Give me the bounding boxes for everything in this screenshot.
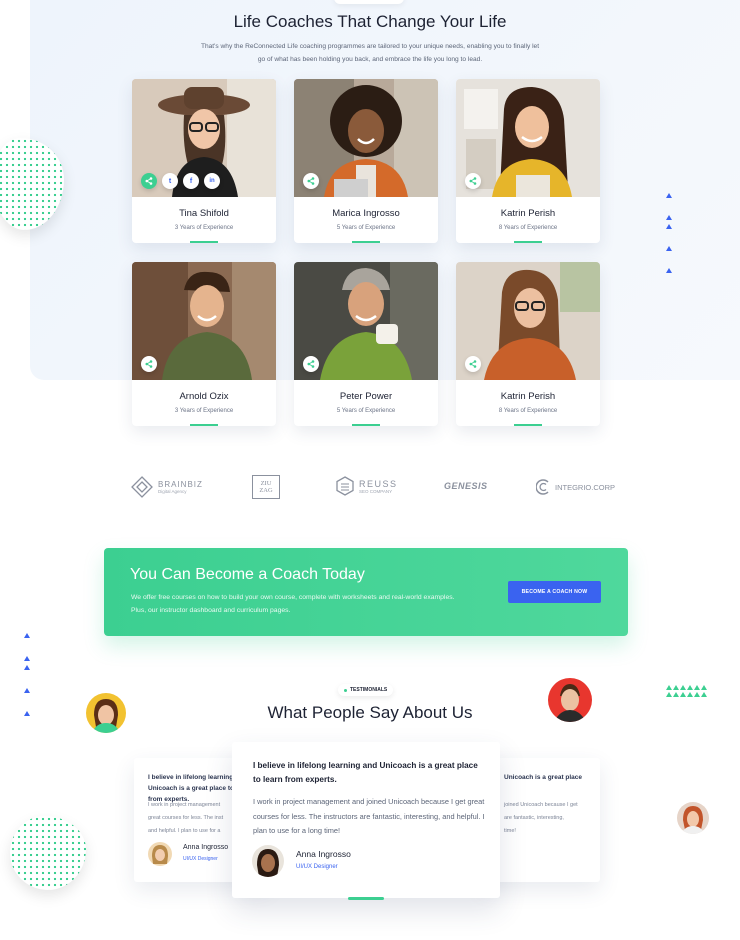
ziuzag-logo-mark: ZIU ZAG <box>252 475 280 499</box>
partner-logo-reuss: REUSS SEO COMPANY <box>336 476 398 496</box>
testimonials-badge-label: TESTIMONIALS <box>350 687 388 693</box>
testimonial-body-line: are fantastic, interesting, <box>504 815 564 821</box>
coach-name: Tina Shifold <box>179 208 229 219</box>
testimonial-card-main[interactable]: I believe in lifelong learning and Unico… <box>232 742 500 898</box>
decorative-dot-blob-left-bottom <box>10 816 86 890</box>
coach-card-accent-bar <box>352 241 380 243</box>
coach-experience: 5 Years of Experience <box>336 408 396 414</box>
section-top-pill <box>334 0 404 4</box>
coach-card[interactable]: Katrin Perish 8 Years of Experience <box>456 79 600 243</box>
share-icon <box>307 360 315 368</box>
coach-experience: 8 Years of Experience <box>498 225 558 231</box>
coach-card-accent-bar <box>190 241 218 243</box>
coach-experience: 3 Years of Experience <box>174 225 234 231</box>
coach-name: Marica Ingrosso <box>332 208 400 219</box>
coach-name: Peter Power <box>339 391 393 402</box>
coach-card-accent-bar <box>352 424 380 426</box>
share-button[interactable] <box>303 173 319 189</box>
become-coach-button[interactable]: BECOME A COACH NOW <box>508 581 601 603</box>
logo-name: REUSS <box>359 478 398 489</box>
logo-name: BRAINBIZ <box>158 480 203 489</box>
testimonial-quote: I believe in lifelong learning and Unico… <box>253 761 478 784</box>
coach-card[interactable]: t f in Tina Shifold 3 Years of Experienc… <box>132 79 276 243</box>
partner-logo-ziuzag: ZIU ZAG <box>252 475 280 499</box>
linkedin-button[interactable]: in <box>204 173 220 189</box>
coach-card[interactable]: Katrin Perish 8 Years of Experience <box>456 262 600 426</box>
share-button[interactable] <box>141 173 157 189</box>
testimonial-body-line: I work in project management <box>148 802 221 808</box>
share-icon <box>469 360 477 368</box>
coach-card-accent-bar <box>514 424 542 426</box>
cta-description: We offer free courses on how to build yo… <box>131 594 455 614</box>
share-icon <box>307 177 315 185</box>
coach-name: Katrin Perish <box>500 208 556 219</box>
facebook-button[interactable]: f <box>183 173 199 189</box>
testimonials-section-title: What People Say About Us <box>267 703 473 722</box>
coach-experience: 3 Years of Experience <box>174 408 234 414</box>
coach-card-accent-bar <box>190 424 218 426</box>
share-button[interactable] <box>465 356 481 372</box>
logo-name: INTEGRIO.CORP <box>555 482 616 492</box>
testimonial-body-line: time! <box>504 828 516 834</box>
coaches-section-title: Life Coaches That Change Your Life <box>233 12 507 31</box>
share-icon <box>145 177 153 185</box>
share-button[interactable] <box>465 173 481 189</box>
testimonial-body-line: and helpful. I plan to use for a <box>148 828 221 834</box>
partner-logo-brainbiz: BRAINBIZ Digital Agency <box>131 476 203 498</box>
integrio-logo-icon <box>536 479 549 495</box>
coach-name: Katrin Perish <box>500 391 556 402</box>
testimonial-avatar <box>252 845 284 877</box>
twitter-icon: t <box>168 177 172 185</box>
testimonial-author: Anna Ingrosso <box>183 844 229 851</box>
testimonial-avatar <box>148 842 172 866</box>
testimonials-badge: TESTIMONIALS <box>338 684 394 696</box>
badge-dot-icon <box>344 688 347 692</box>
floating-avatar-woman-right <box>677 802 709 834</box>
share-icon <box>469 177 477 185</box>
logo-name: GENESIS <box>444 481 488 491</box>
coach-card-accent-bar <box>514 241 542 243</box>
testimonial-body-line: great courses for less. The inst <box>148 815 224 821</box>
coach-card[interactable]: Peter Power 5 Years of Experience <box>294 262 438 426</box>
linkedin-icon: in <box>209 178 215 184</box>
reuss-logo-icon <box>336 476 354 496</box>
logo-subtitle: Digital Agency <box>158 489 187 494</box>
facebook-icon: f <box>189 177 193 185</box>
brainbiz-logo-icon <box>131 476 153 498</box>
partner-logo-integrio: INTEGRIO.CORP <box>536 479 615 495</box>
become-coach-banner: You Can Become a Coach Today We offer fr… <box>104 548 628 636</box>
testimonial-body-line: joined Unicoach because I get <box>504 802 578 808</box>
coaches-section-description: That's why the ReConnected Life coaching… <box>200 43 540 63</box>
coach-name: Arnold Ozix <box>179 391 229 402</box>
testimonial-slider-indicator[interactable] <box>348 897 384 900</box>
testimonial-role: UI/UX Designer <box>296 864 338 870</box>
share-button[interactable] <box>303 356 319 372</box>
cta-title: You Can Become a Coach Today <box>130 566 365 583</box>
logo-subtitle: SEO COMPANY <box>359 488 393 494</box>
share-icon <box>145 360 153 368</box>
testimonial-body: I work in project management and joined … <box>253 797 485 835</box>
testimonial-quote: Unicoach is a great place <box>504 774 583 781</box>
decorative-green-triangles <box>666 685 708 697</box>
coach-experience: 5 Years of Experience <box>336 225 396 231</box>
partner-logo-genesis: GENESIS <box>444 481 488 491</box>
coach-card[interactable]: Arnold Ozix 3 Years of Experience <box>132 262 276 426</box>
testimonial-role: UI/UX Designer <box>183 856 218 862</box>
testimonial-author: Anna Ingrosso <box>296 849 351 859</box>
coach-experience: 8 Years of Experience <box>498 408 558 414</box>
twitter-button[interactable]: t <box>162 173 178 189</box>
share-button[interactable] <box>141 356 157 372</box>
coach-card[interactable]: Marica Ingrosso 5 Years of Experience <box>294 79 438 243</box>
decorative-triangles-right <box>666 193 672 273</box>
